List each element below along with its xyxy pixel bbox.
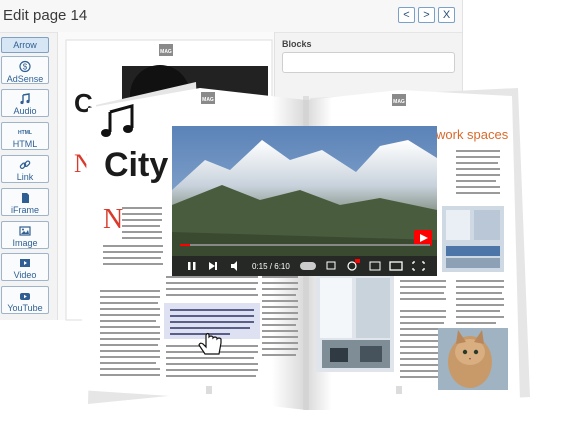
preview-tag: MAG bbox=[160, 49, 172, 55]
preview-dropcap: N bbox=[74, 149, 93, 178]
page-preview: MAG C N bbox=[65, 39, 273, 321]
svg-text:C: C bbox=[74, 88, 93, 118]
